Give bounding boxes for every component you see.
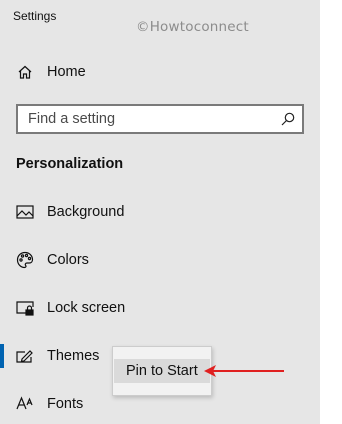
themes-icon xyxy=(16,347,34,365)
nav-item-label: Themes xyxy=(47,348,100,364)
home-icon xyxy=(16,63,34,81)
nav-item-label: Home xyxy=(47,64,86,80)
nav-item-colors[interactable]: Colors xyxy=(0,240,320,280)
section-title: Personalization xyxy=(16,156,124,172)
nav-item-lock-screen[interactable]: Lock screen xyxy=(0,288,320,328)
picture-icon xyxy=(16,203,34,221)
nav-item-home[interactable]: Home xyxy=(0,52,320,92)
watermark: ©Howtoconnect xyxy=(136,19,249,35)
nav-item-label: Background xyxy=(47,204,125,220)
lock-screen-icon xyxy=(16,299,34,317)
pin-to-start-menu-item[interactable]: Pin to Start xyxy=(114,359,210,383)
palette-icon xyxy=(16,251,34,269)
nav-item-label: Fonts xyxy=(47,396,84,412)
search-box[interactable] xyxy=(16,104,304,134)
menu-item-label: Pin to Start xyxy=(126,363,198,379)
fonts-icon xyxy=(16,395,34,413)
nav-item-background[interactable]: Background xyxy=(0,192,320,232)
context-menu: Pin to Start xyxy=(112,346,212,396)
search-icon[interactable] xyxy=(280,111,296,127)
app-title: Settings xyxy=(13,9,57,23)
annotation-arrow-icon xyxy=(204,365,284,377)
search-input[interactable] xyxy=(18,106,278,132)
nav-item-label: Lock screen xyxy=(47,300,126,316)
nav-item-label: Colors xyxy=(47,252,89,268)
